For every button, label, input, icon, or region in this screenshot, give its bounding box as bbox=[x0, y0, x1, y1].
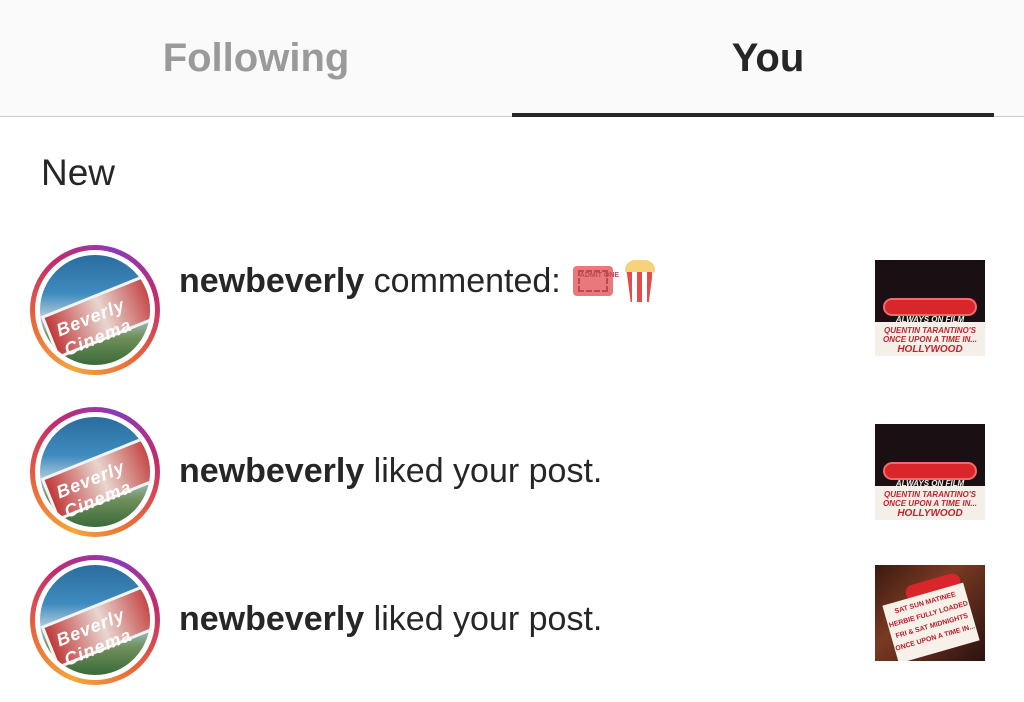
avatar: Beverly Cinema bbox=[40, 255, 150, 365]
admission-ticket-icon: ADMIT ONE bbox=[572, 266, 619, 296]
username-link[interactable]: newbeverly bbox=[179, 262, 364, 300]
notification-row[interactable]: Beverly Cinema newbeverly commented: ADMI… bbox=[0, 240, 1024, 380]
story-ring[interactable]: Beverly Cinema bbox=[30, 407, 160, 537]
activity-tab-bar: Following You bbox=[0, 0, 1024, 117]
active-tab-indicator bbox=[512, 113, 994, 117]
popcorn-icon bbox=[623, 260, 657, 302]
notification-text: newbeverly commented: ADMIT ONE bbox=[179, 260, 657, 302]
tab-following[interactable]: Following bbox=[0, 0, 512, 117]
tab-you[interactable]: You bbox=[512, 0, 1024, 117]
post-thumbnail[interactable]: ALWAYS ON FILM QUENTIN TARANTINO'S ONCE … bbox=[875, 424, 985, 520]
notification-action: liked your post. bbox=[373, 452, 603, 490]
avatar: Beverly Cinema bbox=[40, 565, 150, 675]
notification-row[interactable]: Beverly Cinema newbeverly liked your pos… bbox=[0, 402, 1024, 542]
notification-action: commented: bbox=[373, 262, 561, 300]
notification-row[interactable]: Beverly Cinema newbeverly liked your pos… bbox=[0, 550, 1024, 690]
username-link[interactable]: newbeverly bbox=[179, 600, 364, 638]
post-thumbnail[interactable]: SAT SUN MATINEE HERBIE FULLY LOADED FRI … bbox=[875, 565, 985, 661]
notification-text: newbeverly liked your post. bbox=[179, 452, 602, 491]
avatar: Beverly Cinema bbox=[40, 417, 150, 527]
section-title-new: New bbox=[41, 152, 116, 193]
username-link[interactable]: newbeverly bbox=[179, 452, 364, 490]
notification-action: liked your post. bbox=[373, 600, 603, 638]
post-thumbnail[interactable]: ALWAYS ON FILM QUENTIN TARANTINO'S ONCE … bbox=[875, 260, 985, 356]
notification-text: newbeverly liked your post. bbox=[179, 600, 602, 639]
story-ring[interactable]: Beverly Cinema bbox=[30, 245, 160, 375]
story-ring[interactable]: Beverly Cinema bbox=[30, 555, 160, 685]
